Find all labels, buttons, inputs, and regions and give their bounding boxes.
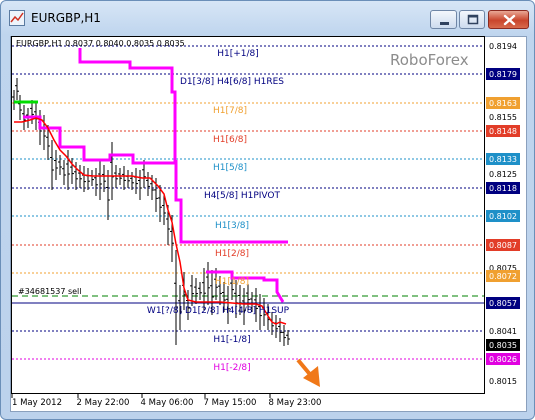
maximize-button[interactable]: [459, 10, 485, 29]
chart-window: EURGBP,H1: [0, 0, 535, 420]
close-icon: [503, 14, 516, 26]
minimize-button[interactable]: [430, 10, 457, 29]
chart-app-icon: [9, 10, 25, 26]
chart-area[interactable]: [10, 36, 527, 412]
window-title: EURGBP,H1: [31, 11, 101, 25]
maximize-icon: [467, 14, 479, 25]
close-button[interactable]: [488, 10, 529, 29]
minimize-icon: [440, 22, 449, 25]
title-bar[interactable]: EURGBP,H1: [1, 1, 534, 35]
